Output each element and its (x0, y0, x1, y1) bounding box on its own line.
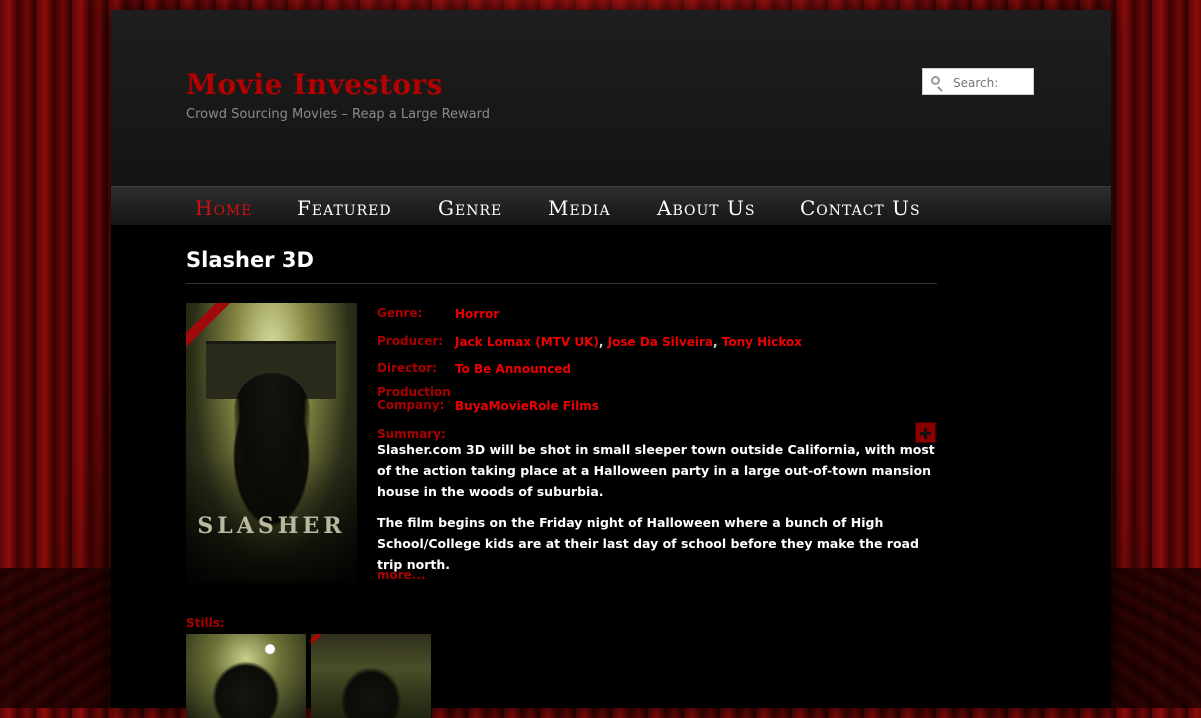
nav-item-about-us[interactable]: About Us (657, 196, 755, 220)
nav-item-home[interactable]: Home (195, 196, 252, 220)
summary-paragraph: The film begins on the Friday night of H… (377, 515, 919, 572)
nav-item-media[interactable]: Media (548, 196, 611, 220)
company-label: Production Company: (377, 386, 453, 412)
producer-link[interactable]: Tony Hickox (722, 335, 802, 349)
producer-separator: , (598, 335, 608, 349)
still-thumbnail[interactable] (311, 634, 431, 718)
main-navigation: Home Featured Genre Media About Us Conta… (111, 186, 1111, 226)
company-label-line-2: Company: (377, 398, 445, 412)
nav-item-contact-us[interactable]: Contact Us (800, 196, 921, 220)
stills-label: Stills: (186, 616, 225, 630)
summary-text: Slasher.com 3D will be shot in small sle… (377, 439, 937, 575)
search-box[interactable] (922, 68, 1035, 95)
site-header: Movie Investors Crowd Sourcing Movies – … (111, 10, 1111, 186)
site-title[interactable]: Movie Investors (186, 68, 443, 101)
still-corner-ribbon (311, 634, 324, 647)
nav-item-featured[interactable]: Featured (297, 196, 392, 220)
nav-item-genre[interactable]: Genre (438, 196, 502, 220)
main-content: Slasher 3D SLASHER Genre: Horror Produce… (186, 248, 937, 718)
more-link[interactable]: more... (377, 568, 425, 582)
movie-poster[interactable]: SLASHER (186, 303, 357, 583)
site-description: Crowd Sourcing Movies – Reap a Large Rew… (186, 107, 491, 122)
search-input[interactable] (951, 73, 1035, 92)
producer-link[interactable]: Jose Da Silveira (608, 335, 713, 349)
poster-hooded-figure (234, 373, 310, 523)
poster-title: SLASHER (197, 513, 346, 539)
producer-separator: , (712, 335, 722, 349)
genre-label: Genre: (377, 306, 423, 320)
director-value[interactable]: To Be Announced (455, 362, 571, 376)
search-icon (931, 76, 940, 85)
director-label: Director: (377, 361, 437, 375)
genre-value[interactable]: Horror (455, 307, 499, 321)
summary-paragraph: Slasher.com 3D will be shot in small sle… (377, 442, 935, 499)
producer-link[interactable]: Jack Lomax (MTV UK) (455, 335, 599, 349)
page-title: Slasher 3D (186, 248, 937, 284)
producer-value: Jack Lomax (MTV UK), Jose Da Silveira, T… (455, 335, 802, 349)
company-value[interactable]: BuyaMovieRole Films (455, 399, 599, 413)
still-thumbnail[interactable] (186, 634, 306, 718)
company-label-line-1: Production (377, 385, 451, 399)
page-container: Movie Investors Crowd Sourcing Movies – … (111, 10, 1111, 718)
producer-label: Producer: (377, 334, 444, 348)
